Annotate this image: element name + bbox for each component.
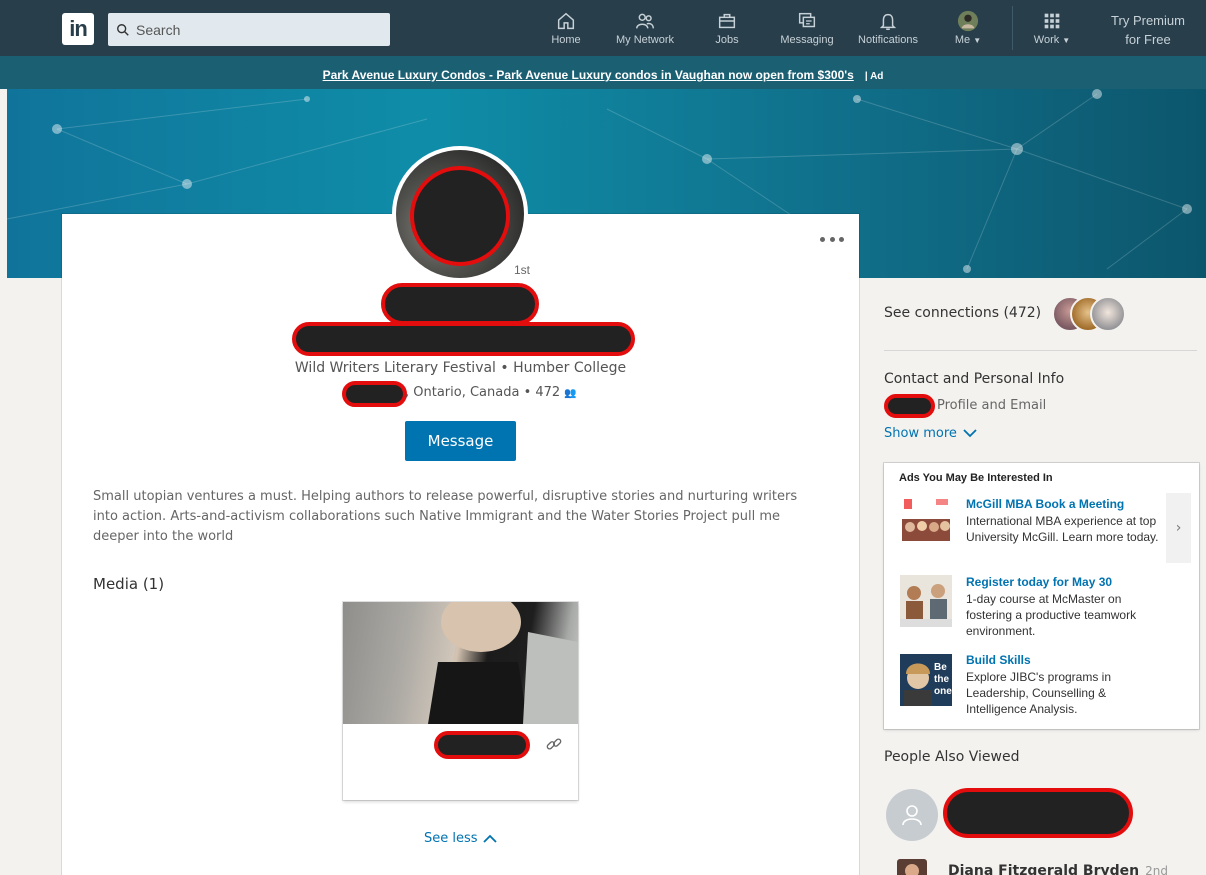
redaction-title <box>292 322 635 356</box>
bell-icon <box>879 13 897 30</box>
ad-body-mcgill: International MBA experience at top Univ… <box>966 514 1159 544</box>
people-also-viewed-title: People Also Viewed <box>884 749 1020 765</box>
profile-location: , Ontario, Canada • 472 👥 <box>405 385 577 400</box>
person-avatar[interactable] <box>886 789 938 841</box>
profile-headline: Wild Writers Literary Festival • Humber … <box>294 360 627 376</box>
media-section-title: Media (1) <box>93 575 165 593</box>
top-nav: in Search Home My Network Jobs Messaging… <box>0 0 1206 56</box>
connection-degree: 1st <box>514 263 531 277</box>
svg-text:Be: Be <box>934 662 947 673</box>
sidebar-divider <box>884 350 1197 351</box>
nav-messaging[interactable]: Messaging <box>776 10 838 52</box>
messaging-icon <box>798 12 816 28</box>
media-item[interactable] <box>343 602 578 800</box>
chevron-down-icon <box>963 429 977 438</box>
svg-text:the: the <box>934 674 949 685</box>
ad-title-mcmaster[interactable]: Register today for May 30 <box>966 575 1112 589</box>
nav-work[interactable]: Work ▼ <box>1030 10 1074 52</box>
home-icon <box>557 12 575 30</box>
redaction-contact-name <box>884 394 935 418</box>
person-placeholder-icon <box>902 805 922 826</box>
profile-photo[interactable] <box>392 146 528 282</box>
nav-divider <box>1012 6 1013 50</box>
chevron-down-icon: ▼ <box>973 36 982 45</box>
person-name-link[interactable]: Diana Fitzgerald Bryden 2nd <box>948 863 1168 875</box>
message-button[interactable]: Message <box>405 421 516 461</box>
search-input[interactable]: Search <box>108 13 390 46</box>
ad-body-jibc: Explore JIBC's programs in Leadership, C… <box>966 670 1112 716</box>
more-actions-button[interactable] <box>820 234 844 244</box>
nav-me[interactable]: Me ▼ <box>950 10 986 52</box>
redaction-face <box>410 166 510 266</box>
profile-summary: Small utopian ventures a must. Helping a… <box>93 489 798 544</box>
contact-info-title: Contact and Personal Info <box>884 371 1065 387</box>
link-icon[interactable] <box>545 735 563 753</box>
ad-tag: | Ad <box>864 71 884 82</box>
nav-home[interactable]: Home <box>545 10 587 52</box>
chevron-down-icon: ▼ <box>1062 36 1071 45</box>
ad-body-mcmaster: 1-day course at McMaster on fostering a … <box>966 592 1137 638</box>
redaction-city <box>342 381 407 407</box>
nav-jobs[interactable]: Jobs <box>706 10 748 52</box>
network-icon <box>636 13 654 29</box>
ads-next-button[interactable]: › <box>1166 493 1191 563</box>
ad-strip: Park Avenue Luxury Condos - Park Avenue … <box>0 56 1206 89</box>
ad-title-mcgill[interactable]: McGill MBA Book a Meeting <box>966 497 1124 511</box>
nav-my-network[interactable]: My Network <box>609 10 681 52</box>
grid-icon <box>1044 13 1060 29</box>
show-more-button[interactable]: Show more <box>884 426 977 441</box>
ad-thumbnail-mcmaster[interactable] <box>900 575 952 627</box>
redaction-name <box>381 283 539 325</box>
connections-icon: 👥 <box>564 388 577 399</box>
connection-avatar <box>1090 296 1126 332</box>
nav-notifications[interactable]: Notifications <box>852 10 924 52</box>
see-connections-link[interactable]: See connections (472) <box>884 305 1041 321</box>
media-thumbnail <box>343 602 578 724</box>
redaction-media-title <box>434 731 530 759</box>
ad-link[interactable]: Park Avenue Luxury Condos - Park Avenue … <box>323 68 854 82</box>
try-premium-link[interactable]: Try Premium for Free <box>1100 11 1196 49</box>
avatar-icon <box>957 10 979 32</box>
briefcase-icon <box>718 13 736 29</box>
ad-thumbnail-mcgill[interactable] <box>900 495 952 547</box>
search-icon <box>117 23 129 36</box>
ad-title-jibc[interactable]: Build Skills <box>966 653 1031 667</box>
search-placeholder: Search <box>136 21 181 38</box>
ads-panel-title: Ads You May Be Interested In <box>899 472 1053 484</box>
linkedin-logo[interactable]: in <box>62 13 94 45</box>
person-avatar[interactable] <box>897 859 927 875</box>
redaction-person-name <box>943 788 1133 838</box>
ad-thumbnail-jibc[interactable]: Be the one <box>900 654 952 706</box>
svg-text:one: one <box>934 686 952 697</box>
chevron-right-icon: › <box>1175 520 1182 536</box>
connection-avatars[interactable] <box>1052 296 1128 332</box>
contact-info-subtitle: Profile and Email <box>937 398 1047 413</box>
see-less-button[interactable]: See less <box>424 831 497 846</box>
chevron-up-icon <box>482 834 497 843</box>
